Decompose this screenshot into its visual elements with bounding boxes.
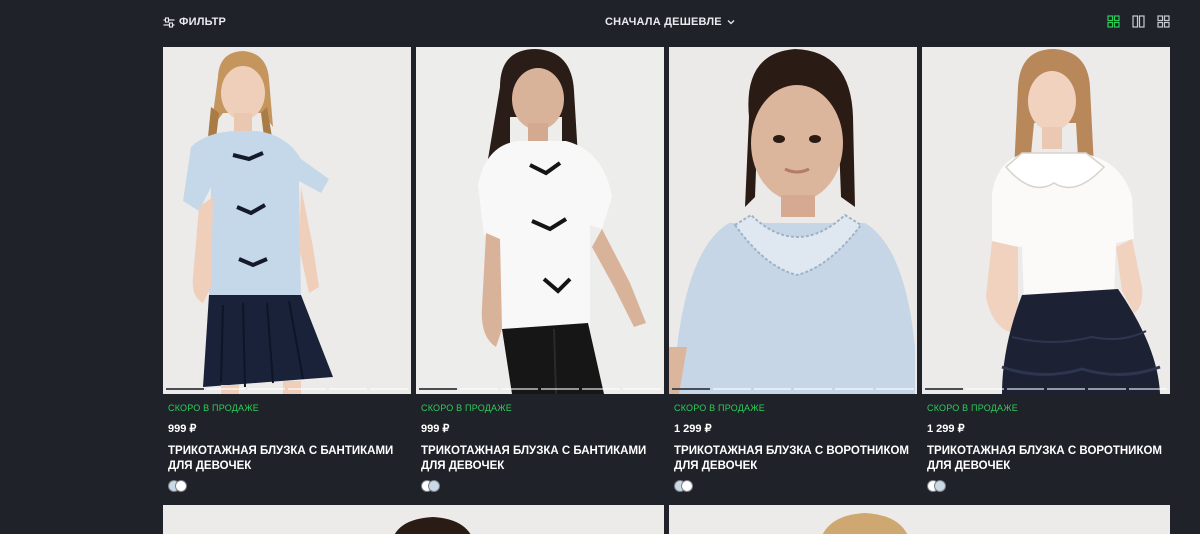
product-info: СКОРО В ПРОДАЖЕ 1 299 ₽ ТРИКОТАЖНАЯ БЛУЗ… bbox=[669, 394, 917, 492]
color-swatches bbox=[168, 480, 406, 492]
status-badge: СКОРО В ПРОДАЖЕ bbox=[674, 403, 765, 413]
status-badge: СКОРО В ПРОДАЖЕ bbox=[927, 403, 1018, 413]
product-title[interactable]: ТРИКОТАЖНАЯ БЛУЗКА С БАНТИКАМИ ДЛЯ ДЕВОЧ… bbox=[168, 444, 408, 474]
filter-label: ФИЛЬТР bbox=[179, 16, 227, 28]
chevron-down-icon bbox=[727, 20, 735, 25]
product-photo bbox=[416, 47, 664, 394]
product-info: СКОРО В ПРОДАЖЕ 999 ₽ ТРИКОТАЖНАЯ БЛУЗКА… bbox=[416, 394, 664, 492]
product-photo bbox=[922, 47, 1170, 394]
carousel-dot[interactable] bbox=[623, 388, 661, 390]
carousel-dot[interactable] bbox=[925, 388, 963, 390]
carousel-dot[interactable] bbox=[1129, 388, 1167, 390]
status-badge: СКОРО В ПРОДАЖЕ bbox=[168, 403, 259, 413]
product-photo bbox=[163, 505, 664, 534]
product-price: 999 ₽ bbox=[168, 423, 197, 435]
image-carousel-indicator bbox=[419, 388, 661, 390]
color-swatches bbox=[421, 480, 659, 492]
image-carousel-indicator bbox=[925, 388, 1167, 390]
carousel-dot[interactable] bbox=[794, 388, 833, 390]
color-swatch[interactable] bbox=[175, 480, 187, 492]
sort-dropdown[interactable]: СНАЧАЛА ДЕШЕВЛЕ bbox=[605, 14, 735, 30]
carousel-dot[interactable] bbox=[712, 388, 751, 390]
carousel-dot[interactable] bbox=[672, 388, 710, 390]
product-card[interactable]: СКОРО В ПРОДАЖЕ 999 ₽ ТРИКОТАЖНАЯ БЛУЗКА… bbox=[163, 47, 411, 492]
carousel-dot[interactable] bbox=[1006, 388, 1045, 390]
product-grid: СКОРО В ПРОДАЖЕ 999 ₽ ТРИКОТАЖНАЯ БЛУЗКА… bbox=[163, 47, 1170, 492]
carousel-dot[interactable] bbox=[1088, 388, 1127, 390]
carousel-dot[interactable] bbox=[459, 388, 498, 390]
color-swatches bbox=[927, 480, 1165, 492]
catalog-page: ФИЛЬТР СНАЧАЛА ДЕШЕВЛЕ СКОРО В ПРОДАЖЕ 9… bbox=[0, 0, 1200, 534]
product-image[interactable] bbox=[416, 47, 664, 394]
product-info: СКОРО В ПРОДАЖЕ 1 299 ₽ ТРИКОТАЖНАЯ БЛУЗ… bbox=[922, 394, 1170, 492]
product-card[interactable]: СКОРО В ПРОДАЖЕ 1 299 ₽ ТРИКОТАЖНАЯ БЛУЗ… bbox=[669, 47, 917, 492]
product-grid-next-row bbox=[163, 505, 1170, 534]
product-image[interactable] bbox=[922, 47, 1170, 394]
product-price: 999 ₽ bbox=[421, 423, 450, 435]
product-price: 1 299 ₽ bbox=[674, 423, 712, 435]
carousel-dot[interactable] bbox=[500, 388, 539, 390]
carousel-dot[interactable] bbox=[965, 388, 1004, 390]
product-photo bbox=[163, 47, 411, 394]
product-title[interactable]: ТРИКОТАЖНАЯ БЛУЗКА С ВОРОТНИКОМ ДЛЯ ДЕВО… bbox=[927, 444, 1167, 474]
image-carousel-indicator bbox=[166, 388, 408, 390]
filter-button[interactable]: ФИЛЬТР bbox=[163, 14, 226, 30]
image-carousel-indicator bbox=[672, 388, 914, 390]
product-price: 1 299 ₽ bbox=[927, 423, 965, 435]
carousel-dot[interactable] bbox=[1047, 388, 1086, 390]
carousel-dot[interactable] bbox=[419, 388, 457, 390]
color-swatch[interactable] bbox=[934, 480, 946, 492]
carousel-dot[interactable] bbox=[876, 388, 914, 390]
product-info: СКОРО В ПРОДАЖЕ 999 ₽ ТРИКОТАЖНАЯ БЛУЗКА… bbox=[163, 394, 411, 492]
carousel-dot[interactable] bbox=[288, 388, 327, 390]
carousel-dot[interactable] bbox=[753, 388, 792, 390]
carousel-dot[interactable] bbox=[835, 388, 874, 390]
product-card[interactable]: СКОРО В ПРОДАЖЕ 999 ₽ ТРИКОТАЖНАЯ БЛУЗКА… bbox=[416, 47, 664, 492]
carousel-dot[interactable] bbox=[329, 388, 368, 390]
carousel-dot[interactable] bbox=[206, 388, 245, 390]
product-card-partial[interactable] bbox=[669, 505, 1170, 534]
carousel-dot[interactable] bbox=[247, 388, 286, 390]
grid-4-icon[interactable] bbox=[1157, 15, 1170, 28]
carousel-dot[interactable] bbox=[370, 388, 408, 390]
grid-2-columns-icon[interactable] bbox=[1132, 15, 1145, 28]
grid-2x2-icon[interactable] bbox=[1107, 15, 1120, 28]
status-badge: СКОРО В ПРОДАЖЕ bbox=[421, 403, 512, 413]
view-mode-switch bbox=[1107, 15, 1170, 28]
carousel-dot[interactable] bbox=[166, 388, 204, 390]
carousel-dot[interactable] bbox=[541, 388, 580, 390]
product-photo bbox=[669, 47, 917, 394]
product-image[interactable] bbox=[669, 47, 917, 394]
carousel-dot[interactable] bbox=[582, 388, 621, 390]
color-swatches bbox=[674, 480, 912, 492]
product-card[interactable]: СКОРО В ПРОДАЖЕ 1 299 ₽ ТРИКОТАЖНАЯ БЛУЗ… bbox=[922, 47, 1170, 492]
color-swatch[interactable] bbox=[428, 480, 440, 492]
product-title[interactable]: ТРИКОТАЖНАЯ БЛУЗКА С ВОРОТНИКОМ ДЛЯ ДЕВО… bbox=[674, 444, 914, 474]
product-image[interactable] bbox=[163, 47, 411, 394]
catalog-toolbar: ФИЛЬТР СНАЧАЛА ДЕШЕВЛЕ bbox=[0, 0, 1200, 44]
sliders-icon bbox=[163, 16, 175, 28]
product-card-partial[interactable] bbox=[163, 505, 664, 534]
product-photo bbox=[669, 505, 1170, 534]
color-swatch[interactable] bbox=[681, 480, 693, 492]
sort-label: СНАЧАЛА ДЕШЕВЛЕ bbox=[605, 16, 722, 28]
product-title[interactable]: ТРИКОТАЖНАЯ БЛУЗКА С БАНТИКАМИ ДЛЯ ДЕВОЧ… bbox=[421, 444, 661, 474]
